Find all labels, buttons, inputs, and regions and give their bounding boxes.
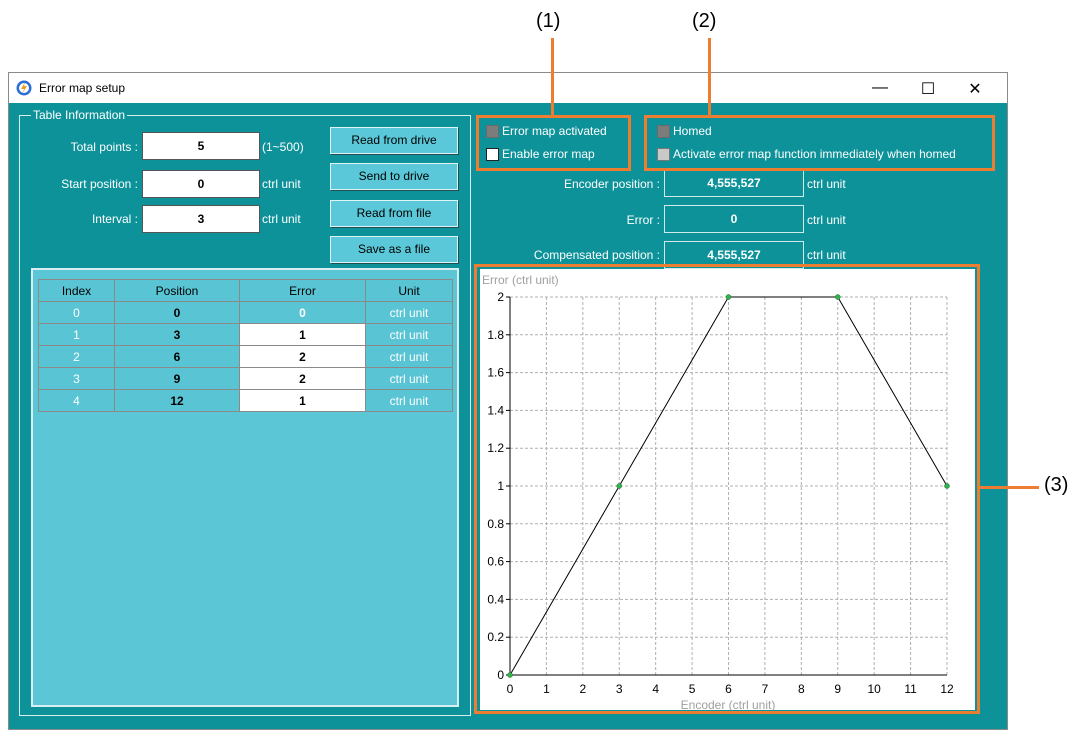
cell-position: 3 [114, 323, 240, 346]
cell-unit: ctrl unit [365, 301, 453, 324]
callout-2-leader [708, 38, 711, 116]
cell-index: 0 [38, 301, 115, 324]
encoder-position-label: Encoder position : [563, 177, 660, 191]
total-points-input[interactable]: 5 [142, 132, 260, 160]
error-table: Index Position Error Unit 0 0 0 ctrl uni… [38, 279, 453, 412]
read-from-drive-button[interactable]: Read from drive [330, 127, 458, 154]
callout-3-leader [979, 486, 1039, 489]
close-button[interactable]: ✕ [955, 79, 995, 99]
compensated-position-label: Compensated position : [533, 248, 660, 262]
cell-position: 0 [114, 301, 240, 324]
cell-position: 12 [114, 389, 240, 412]
error-readout-unit: ctrl unit [807, 213, 846, 227]
callout-1-leader [551, 38, 554, 116]
send-to-drive-button[interactable]: Send to drive [330, 163, 458, 190]
column-header-position: Position [114, 279, 240, 302]
save-as-file-button[interactable]: Save as a file [330, 236, 458, 263]
cell-error[interactable]: 2 [239, 345, 366, 368]
error-readout-value: 0 [664, 205, 804, 233]
cell-unit: ctrl unit [365, 345, 453, 368]
callout-2: (2) [692, 10, 717, 32]
cell-error[interactable]: 2 [239, 367, 366, 390]
total-points-label: Total points : [70, 140, 138, 154]
maximize-button[interactable]: ☐ [908, 79, 948, 99]
table-info-label: Table Information [31, 108, 128, 122]
interval-unit: ctrl unit [262, 212, 301, 226]
table-row[interactable]: 3 9 2 ctrl unit [38, 367, 453, 390]
cell-unit: ctrl unit [365, 367, 453, 390]
compensated-position-unit: ctrl unit [807, 248, 846, 262]
encoder-position-value: 4,555,527 [664, 169, 804, 197]
cell-index: 3 [38, 367, 115, 390]
cell-index: 2 [38, 345, 115, 368]
error-readout-label: Error : [626, 213, 660, 227]
cell-error: 0 [239, 301, 366, 324]
cell-error[interactable]: 1 [239, 389, 366, 412]
cell-position: 6 [114, 345, 240, 368]
cell-index: 1 [38, 323, 115, 346]
table-row[interactable]: 0 0 0 ctrl unit [38, 301, 453, 324]
callout-3-outline [474, 264, 980, 714]
cell-unit: ctrl unit [365, 323, 453, 346]
column-header-error: Error [239, 279, 366, 302]
cell-error[interactable]: 1 [239, 323, 366, 346]
minimize-button[interactable]: — [860, 79, 900, 97]
callout-3: (3) [1044, 474, 1069, 496]
title-bar [9, 73, 1007, 103]
encoder-position-unit: ctrl unit [807, 177, 846, 191]
read-from-file-button[interactable]: Read from file [330, 200, 458, 227]
cell-position: 9 [114, 367, 240, 390]
cell-unit: ctrl unit [365, 389, 453, 412]
interval-label: Interval : [91, 212, 138, 226]
table-row[interactable]: 1 3 1 ctrl unit [38, 323, 453, 346]
table-header-row: Index Position Error Unit [38, 279, 453, 302]
table-row[interactable]: 4 12 1 ctrl unit [38, 389, 453, 412]
column-header-index: Index [38, 279, 115, 302]
app-icon [16, 80, 32, 96]
total-points-range: (1~500) [262, 140, 304, 154]
start-position-input[interactable]: 0 [142, 170, 260, 198]
callout-2-outline [644, 115, 995, 171]
cell-index: 4 [38, 389, 115, 412]
table-row[interactable]: 2 6 2 ctrl unit [38, 345, 453, 368]
start-position-label: Start position : [61, 177, 138, 191]
window-title: Error map setup [39, 81, 126, 95]
callout-1: (1) [536, 10, 561, 32]
callout-1-outline [476, 115, 631, 171]
start-position-unit: ctrl unit [262, 177, 301, 191]
column-header-unit: Unit [365, 279, 453, 302]
interval-input[interactable]: 3 [142, 205, 260, 233]
